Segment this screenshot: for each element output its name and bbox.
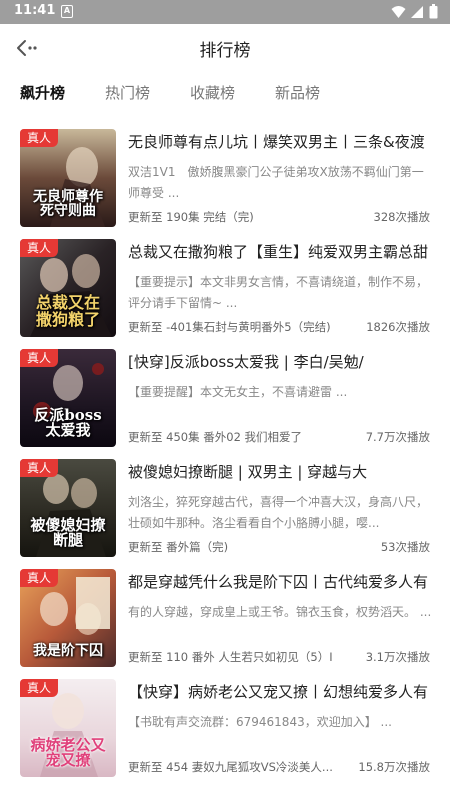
cover-tag: 真人 bbox=[20, 679, 59, 697]
tab-new[interactable]: 新品榜 bbox=[275, 82, 320, 103]
cover-title: 我是阶下囚 bbox=[33, 643, 103, 660]
book-play-count: 53次播放 bbox=[380, 540, 430, 554]
book-title[interactable]: 都是穿越凭什么我是阶下囚丨古代纯爱多人有 bbox=[128, 571, 432, 592]
book-cover[interactable]: 真人 我是阶下囚 bbox=[20, 569, 116, 667]
book-cover[interactable]: 真人 反派boss太爱我 bbox=[20, 349, 116, 447]
book-play-count: 7.7万次播放 bbox=[365, 430, 430, 444]
notification-icon: A bbox=[61, 5, 73, 18]
tab-favorites[interactable]: 收藏榜 bbox=[190, 82, 235, 103]
book-title[interactable]: 【快穿】病娇老公又宠又撩丨幻想纯爱多人有 bbox=[128, 681, 432, 702]
book-cover[interactable]: 真人 病娇老公又宠又撩 bbox=[20, 679, 116, 777]
cover-title: 病娇老公又宠又撩 bbox=[30, 735, 106, 770]
cover-title: 总裁又在撒狗粮了 bbox=[35, 293, 100, 330]
book-play-count: 3.1万次播放 bbox=[365, 650, 430, 664]
book-cover[interactable]: 真人 无良师尊作死守则曲 bbox=[20, 129, 116, 227]
tab-rising[interactable]: 飙升榜 bbox=[20, 82, 65, 103]
cover-tag: 真人 bbox=[20, 129, 59, 147]
cover-title: 无良师尊作死守则曲 bbox=[33, 188, 103, 220]
book-description: 【书耽有声交流群：679461843，欢迎加入】 ... bbox=[128, 715, 392, 729]
book-update-status: 更新至 -401集石封与黄明番外5（完结) bbox=[128, 320, 331, 334]
book-update-status: 更新至 番外篇（完) bbox=[128, 540, 229, 554]
book-play-count: 1826次播放 bbox=[366, 320, 430, 334]
book-description: 【重要提醒】本文无女主，不喜请避雷 ... bbox=[128, 385, 348, 399]
book-title[interactable]: 被傻媳妇撩断腿 | 双男主 | 穿越与大 bbox=[128, 461, 432, 482]
cover-title: 反派boss太爱我 bbox=[34, 405, 102, 440]
book-description: 【重要提示】本文非男女言情，不喜请绕道，制作不易，评分请手下留情~ ... bbox=[128, 275, 429, 310]
book-title[interactable]: 无良师尊有点儿坑丨爆笑双男主丨三条&夜渡 bbox=[128, 131, 432, 152]
list-item[interactable]: 真人 总裁又在撒狗粮了 总裁又在撒狗粮了【重生】纯爱双男主霸总甜 【重要提示】本… bbox=[0, 239, 450, 339]
book-description: 双洁1V1 傲娇腹黑豪门公子徒弟攻X放荡不羁仙门第一师尊受 ... bbox=[128, 165, 424, 200]
book-play-count: 15.8万次播放 bbox=[358, 760, 430, 774]
battery-icon bbox=[429, 4, 438, 19]
cover-tag: 真人 bbox=[20, 239, 59, 257]
list-item[interactable]: 真人 反派boss太爱我 [快穿]反派boss太爱我 | 李白/吴勉/ 【重要提… bbox=[0, 349, 450, 449]
cover-title: 被傻媳妇撩断腿 bbox=[30, 515, 106, 550]
header: 排行榜 bbox=[0, 24, 450, 72]
list-item[interactable]: 真人 无良师尊作死守则曲 无良师尊有点儿坑丨爆笑双男主丨三条&夜渡 双洁1V1 … bbox=[0, 129, 450, 229]
cover-tag: 真人 bbox=[20, 349, 59, 367]
signal-icon bbox=[411, 5, 423, 18]
page-title: 排行榜 bbox=[199, 41, 251, 61]
list-item[interactable]: 真人 被傻媳妇撩断腿 被傻媳妇撩断腿 | 双男主 | 穿越与大 刘洛尘，猝死穿越… bbox=[0, 459, 450, 559]
status-icons bbox=[391, 4, 438, 19]
status-time: 11:41 bbox=[14, 3, 56, 18]
book-title[interactable]: 总裁又在撒狗粮了【重生】纯爱双男主霸总甜 bbox=[128, 241, 432, 262]
book-cover[interactable]: 真人 被傻媳妇撩断腿 bbox=[20, 459, 116, 557]
book-cover[interactable]: 真人 总裁又在撒狗粮了 bbox=[20, 239, 116, 337]
tab-popular[interactable]: 热门榜 bbox=[105, 82, 150, 103]
book-description: 刘洛尘，猝死穿越古代，喜得一个冲喜大汉，身高八尺，壮硕如牛那种。洛尘看看自个小胳… bbox=[128, 495, 429, 530]
list-item[interactable]: 真人 病娇老公又宠又撩 【快穿】病娇老公又宠又撩丨幻想纯爱多人有 【书耽有声交流… bbox=[0, 679, 450, 779]
book-description: 有的人穿越，穿成皇上或王爷。锦衣玉食，权势滔天。 ... bbox=[128, 605, 432, 619]
book-play-count: 328次播放 bbox=[373, 210, 430, 224]
status-bar: 11:41 A bbox=[0, 0, 450, 24]
book-update-status: 更新至 454 妻奴九尾狐攻VS冷淡美人... bbox=[128, 760, 333, 774]
list-item[interactable]: 真人 我是阶下囚 都是穿越凭什么我是阶下囚丨古代纯爱多人有 有的人穿越，穿成皇上… bbox=[0, 569, 450, 669]
book-update-status: 更新至 110 番外 人生若只如初见（5）I bbox=[128, 650, 333, 664]
cover-tag: 真人 bbox=[20, 569, 59, 587]
book-update-status: 更新至 450集 番外02 我们相爱了 bbox=[128, 430, 303, 444]
wifi-icon bbox=[391, 5, 406, 18]
ranking-tabs: 飙升榜 热门榜 收藏榜 新品榜 bbox=[0, 78, 450, 110]
cover-tag: 真人 bbox=[20, 459, 59, 477]
book-title[interactable]: [快穿]反派boss太爱我 | 李白/吴勉/ bbox=[128, 351, 432, 372]
book-update-status: 更新至 190集 完结（完) bbox=[128, 210, 254, 224]
